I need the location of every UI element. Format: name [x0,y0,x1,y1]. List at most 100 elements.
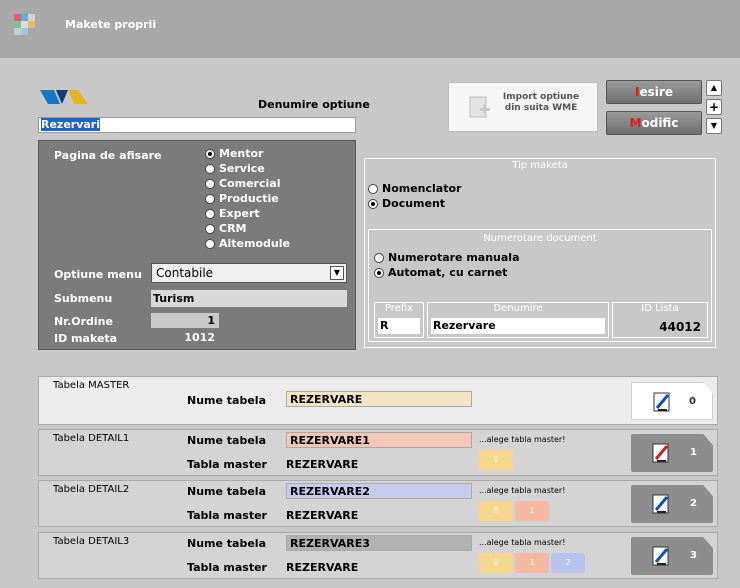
id-lista-label: ID Lista [641,303,679,314]
window-title: Makete proprii [65,18,157,31]
scroll-up-button[interactable]: ▲ [706,80,722,96]
radio-icon [205,178,215,189]
submenu-field[interactable]: Turism [151,290,347,307]
edit-table-button[interactable]: 1 [631,434,713,472]
id-maketa-label: ID maketa [54,332,118,345]
add-button[interactable]: + [706,99,722,115]
module-radio-service[interactable]: Service [205,161,290,176]
module-label: Comercial [219,177,281,190]
import-option-label: Import optiune din suita WME [502,92,580,113]
denumire-optiune-input[interactable]: Rezervari [38,117,356,133]
master-chip-2[interactable]: 2 [551,553,585,573]
radio-selected-icon [374,267,384,278]
prefix-box: Prefix R [374,302,424,338]
numerotare-document-title: Numerotare document [483,233,597,244]
hint-text: ...alege tabla master! [479,538,566,547]
radio-label: Nomenclator [382,182,462,195]
master-chip-0[interactable]: 0 [479,450,513,470]
radio-label: Document [382,197,446,210]
optiune-menu-select[interactable]: Contabile ▼ [151,263,347,283]
id-lista-value: 44012 [659,320,701,334]
numerotare-radio-group: Numerotare manuala Automat, cu carnet [374,250,520,280]
modific-label: odific [641,116,679,130]
radio-icon [205,223,215,234]
edit-pencil-icon [652,494,669,514]
module-radio-group: Mentor Service Comercial Productie Exper… [205,146,290,251]
radio-icon [205,163,215,174]
pagina-afisare-label: Pagina de afisare [54,149,162,162]
modific-hotkey: M [629,116,642,130]
master-chip-1[interactable]: 1 [515,501,549,521]
module-radio-crm[interactable]: CRM [205,221,290,236]
nume-tabela-input[interactable]: REZERVARE [286,391,472,407]
denumire-input[interactable]: Rezervare [431,318,605,334]
tabla-master-label: Tabla master [187,458,267,471]
nume-tabela-label: Nume tabela [187,434,266,447]
nume-tabela-label: Nume tabela [187,537,266,550]
edit-table-button[interactable]: 0 [631,382,713,420]
modific-button[interactable]: Modific [606,111,702,135]
nr-ordine-field[interactable]: 1 [151,313,219,328]
submenu-label: Submenu [54,292,113,305]
module-radio-comercial[interactable]: Comercial [205,176,290,191]
master-chip-0[interactable]: 0 [479,501,513,521]
radio-automat-carnet[interactable]: Automat, cu carnet [374,265,520,280]
radio-icon [205,193,215,204]
module-radio-expert[interactable]: Expert [205,206,290,221]
module-radio-mentor[interactable]: Mentor [205,146,290,161]
optiune-menu-value: Contabile [156,266,214,280]
prefix-input[interactable]: R [378,318,420,334]
edit-pencil-icon [652,546,669,566]
tabla-master-value: REZERVARE [286,509,359,522]
table-row-master: Tabela MASTER Nume tabela REZERVARE 0 [38,376,718,425]
tabla-master-label: Tabla master [187,561,267,574]
radio-icon [374,252,384,263]
edit-pencil-icon [653,392,670,412]
iesire-label: esire [639,85,673,99]
table-index: 0 [689,396,696,407]
radio-selected-icon [368,198,378,209]
nume-tabela-input[interactable]: REZERVARE3 [286,535,472,551]
row-title: Tabela MASTER [53,380,130,391]
module-label: Productie [219,192,279,205]
module-radio-altemodule[interactable]: Altemodule [205,236,290,251]
radio-numerotare-manuala[interactable]: Numerotare manuala [374,250,520,265]
tip-maketa-title: Tip maketa [512,160,568,171]
radio-label: Automat, cu carnet [388,266,508,279]
radio-label: Numerotare manuala [388,251,520,264]
master-chip-1[interactable]: 1 [515,553,549,573]
table-row-detail1: Tabela DETAIL1 Nume tabela REZERVARE1 ..… [38,429,718,476]
nume-tabela-input[interactable]: REZERVARE2 [286,483,472,499]
id-maketa-value: 1012 [184,331,215,344]
hint-text: ...alege tabla master! [479,435,566,444]
nume-tabela-label: Nume tabela [187,394,266,407]
edit-table-button[interactable]: 2 [631,485,713,523]
radio-selected-icon [205,148,215,159]
radio-document[interactable]: Document [368,196,461,211]
prefix-label: Prefix [384,303,414,314]
row-title: Tabela DETAIL2 [53,484,130,495]
radio-icon [205,208,215,219]
nume-tabela-input[interactable]: REZERVARE1 [286,432,472,448]
radio-icon [205,238,215,249]
brand-logo-icon [40,90,88,104]
tabla-master-value: REZERVARE [286,561,359,574]
tabla-master-value: REZERVARE [286,458,359,471]
module-label: Service [219,162,265,175]
denumire-box: Denumire Rezervare [427,302,609,338]
module-label: CRM [219,222,247,235]
master-chip-0[interactable]: 0 [479,553,513,573]
module-label: Mentor [219,147,264,160]
denumire-optiune-value: Rezervari [41,118,101,131]
app-icon [14,14,35,35]
module-radio-productie[interactable]: Productie [205,191,290,206]
edit-pencil-icon [652,443,669,463]
iesire-button[interactable]: Iesire [606,80,702,104]
table-index: 1 [690,447,697,458]
id-lista-box: ID Lista 44012 [612,302,708,338]
scroll-down-button[interactable]: ▼ [706,118,722,134]
radio-nomenclator[interactable]: Nomenclator [368,181,461,196]
edit-table-button[interactable]: 3 [631,537,713,575]
table-index: 3 [690,550,697,561]
import-document-icon [469,96,490,118]
